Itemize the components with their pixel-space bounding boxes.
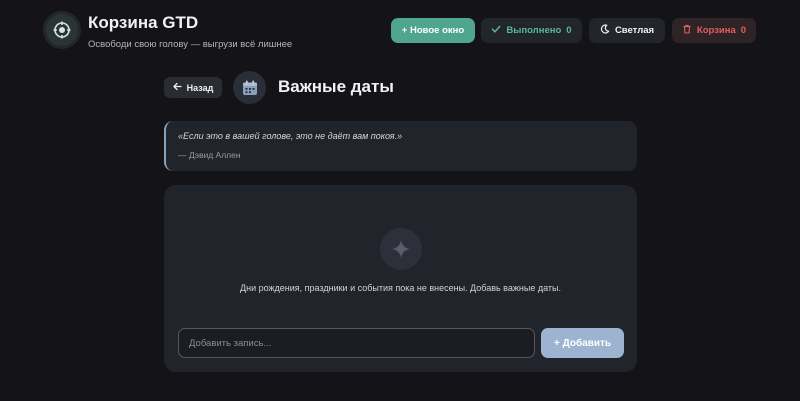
add-entry-input[interactable] <box>178 328 535 358</box>
dates-list-card: Дни рождения, праздники и события пока н… <box>164 185 637 372</box>
trash-label: Корзина <box>696 25 736 36</box>
done-count: 0 <box>566 25 572 36</box>
app-header: Корзина GTD Освободи свою голову — выгру… <box>0 0 800 62</box>
arrow-left-icon <box>172 82 182 93</box>
check-icon <box>491 24 501 37</box>
theme-toggle-button[interactable]: Светлая <box>589 18 665 43</box>
quote-text: «Если это в вашей голове, это не даёт ва… <box>178 131 403 141</box>
done-label: Выполнено <box>506 25 562 36</box>
target-icon <box>46 14 78 46</box>
trash-icon <box>682 24 692 37</box>
back-label: Назад <box>186 82 214 93</box>
done-button[interactable]: Выполнено 0 <box>481 18 582 43</box>
quote-author: — Дэвид Аллен <box>178 150 241 160</box>
quote-block: «Если это в вашей голове, это не даёт ва… <box>164 121 637 171</box>
calendar-icon <box>233 71 266 104</box>
new-window-label: + Новое окно <box>401 25 465 36</box>
add-label: + Добавить <box>553 337 612 349</box>
empty-state-text: Дни рождения, праздники и события пока н… <box>240 283 561 293</box>
sparkle-icon <box>380 228 422 270</box>
theme-label: Светлая <box>614 25 655 36</box>
page-title: Важные даты <box>278 77 394 96</box>
back-button[interactable]: Назад <box>164 77 222 98</box>
trash-button[interactable]: Корзина 0 <box>672 18 756 43</box>
trash-count: 0 <box>740 25 747 36</box>
app-subtitle: Освободи свою голову — выгрузи всё лишне… <box>88 39 293 50</box>
moon-icon <box>600 24 610 37</box>
new-window-button[interactable]: + Новое окно <box>391 18 475 43</box>
add-button[interactable]: + Добавить <box>541 328 624 358</box>
app-title: Корзина GTD <box>88 13 199 32</box>
